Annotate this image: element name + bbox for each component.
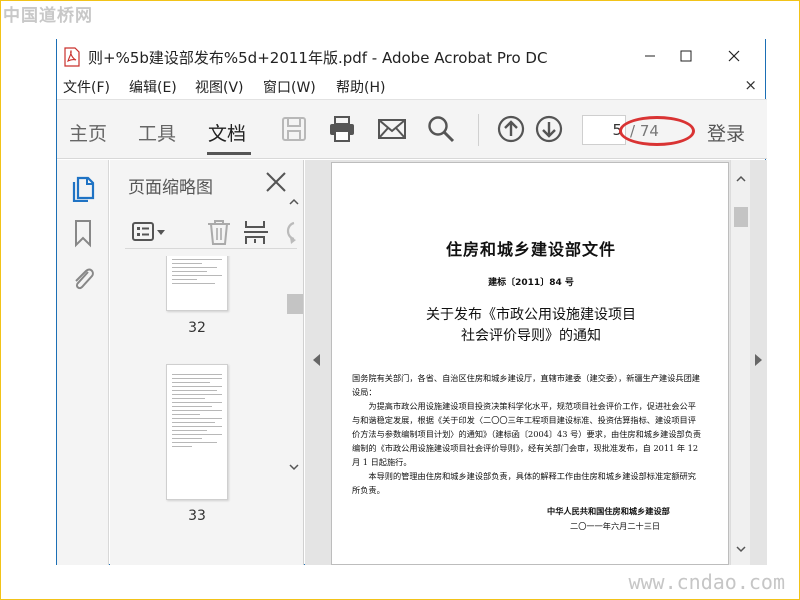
menu-view[interactable]: 视图(V) <box>195 77 244 97</box>
tab-document[interactable]: 文档 <box>208 119 246 146</box>
menu-edit[interactable]: 编辑(E) <box>129 77 177 97</box>
active-tab-indicator <box>207 152 251 155</box>
maximize-icon <box>680 50 692 62</box>
close-icon <box>728 50 740 62</box>
menu-help[interactable]: 帮助(H) <box>336 77 385 97</box>
scroll-up-icon[interactable] <box>736 174 746 184</box>
menu-window[interactable]: 窗口(W) <box>263 77 316 97</box>
document-salutation: 国务院有关部门，各省、自治区住房和城乡建设厅，直辖市建委（建交委），新疆生产建设… <box>352 373 700 397</box>
maximize-button[interactable] <box>663 39 709 73</box>
menu-file[interactable]: 文件(F) <box>63 77 110 97</box>
scroll-down-icon[interactable] <box>289 462 299 472</box>
thumbnail-scrollbar[interactable] <box>285 185 303 590</box>
page-thumbnails-icon[interactable] <box>69 172 97 202</box>
scroll-up-icon[interactable] <box>289 197 299 207</box>
thumbnails-panel: 页面缩略图 32 33 <box>110 160 304 565</box>
toolbar-separator <box>478 114 479 146</box>
thumbnail-page-32[interactable] <box>166 256 228 311</box>
page-up-icon[interactable] <box>496 114 526 144</box>
window-title: 则+%5b建设部发布%5d+2011年版.pdf - Adobe Acrobat… <box>88 49 548 67</box>
email-icon[interactable] <box>377 114 407 144</box>
document-view[interactable]: 住房和城乡建设部文件 建标〔2011〕84 号 关于发布《市政公用设施建设项目 … <box>305 160 767 565</box>
title-bar: 则+%5b建设部发布%5d+2011年版.pdf - Adobe Acrobat… <box>57 39 765 75</box>
login-button[interactable]: 登录 <box>707 119 745 146</box>
document-page: 住房和城乡建设部文件 建标〔2011〕84 号 关于发布《市政公用设施建设项目 … <box>331 162 729 565</box>
document-scrollbar[interactable] <box>730 160 750 565</box>
thumbnail-options-icon[interactable] <box>130 217 168 247</box>
attachment-icon[interactable] <box>69 263 97 293</box>
toolbar: 主页 工具 文档 5 / 74 登录 <box>57 99 767 159</box>
scrollbar-thumb[interactable] <box>734 207 748 227</box>
delete-icon[interactable] <box>204 217 234 247</box>
thumbnail-page-number: 33 <box>188 508 206 524</box>
minimize-icon <box>645 55 655 57</box>
thumbnail-list: 32 33 <box>110 256 282 558</box>
thumbnail-page-number: 32 <box>188 320 206 336</box>
document-paragraph: 为提高市政公用设施建设项目投资决策科学化水平，规范项目社会评价工作，促进社会公平… <box>352 401 702 467</box>
page-down-icon[interactable] <box>534 114 564 144</box>
document-body: 国务院有关部门，各省、自治区住房和城乡建设厅，直辖市建委（建交委），新疆生产建设… <box>352 371 702 497</box>
document-number: 建标〔2011〕84 号 <box>488 278 574 288</box>
collapse-left-panel-icon[interactable] <box>313 354 320 366</box>
navigation-rail <box>57 160 109 565</box>
close-window-button[interactable] <box>711 39 757 73</box>
acrobat-window: 则+%5b建设部发布%5d+2011年版.pdf - Adobe Acrobat… <box>56 39 767 565</box>
bookmark-icon[interactable] <box>69 218 97 248</box>
document-header: 住房和城乡建设部文件 <box>445 240 616 259</box>
watermark-bottom: www.cndao.com <box>628 570 785 594</box>
insert-page-icon[interactable] <box>242 217 272 247</box>
close-document-button[interactable]: × <box>744 76 757 94</box>
expand-right-panel-icon[interactable] <box>755 354 762 366</box>
panel-divider <box>125 248 297 249</box>
tab-tools[interactable]: 工具 <box>138 119 176 146</box>
scroll-down-icon[interactable] <box>736 544 746 554</box>
watermark-top: 中国道桥网 <box>3 6 93 26</box>
document-paragraph: 本导则的管理由住房和城乡建设部负责，具体的解释工作由住房和城乡建设部标准定额研究… <box>352 471 696 495</box>
document-subject: 关于发布《市政公用设施建设项目 社会评价导则》的通知 <box>426 307 636 344</box>
thumbnail-page-33[interactable] <box>166 364 228 500</box>
scrollbar-thumb[interactable] <box>287 294 303 314</box>
document-signature: 中华人民共和国住房和城乡建设部 <box>547 506 670 516</box>
pdf-file-icon <box>64 47 80 67</box>
tab-home[interactable]: 主页 <box>69 119 107 146</box>
panel-title: 页面缩略图 <box>128 178 213 198</box>
print-icon[interactable] <box>327 114 357 144</box>
highlight-oval-annotation <box>619 116 695 146</box>
document-date: 二〇一一年六月二十三日 <box>570 521 661 531</box>
search-icon[interactable] <box>426 114 456 144</box>
save-icon[interactable] <box>279 114 309 144</box>
menu-bar: 文件(F) 编辑(E) 视图(V) 窗口(W) 帮助(H) × <box>57 75 765 99</box>
